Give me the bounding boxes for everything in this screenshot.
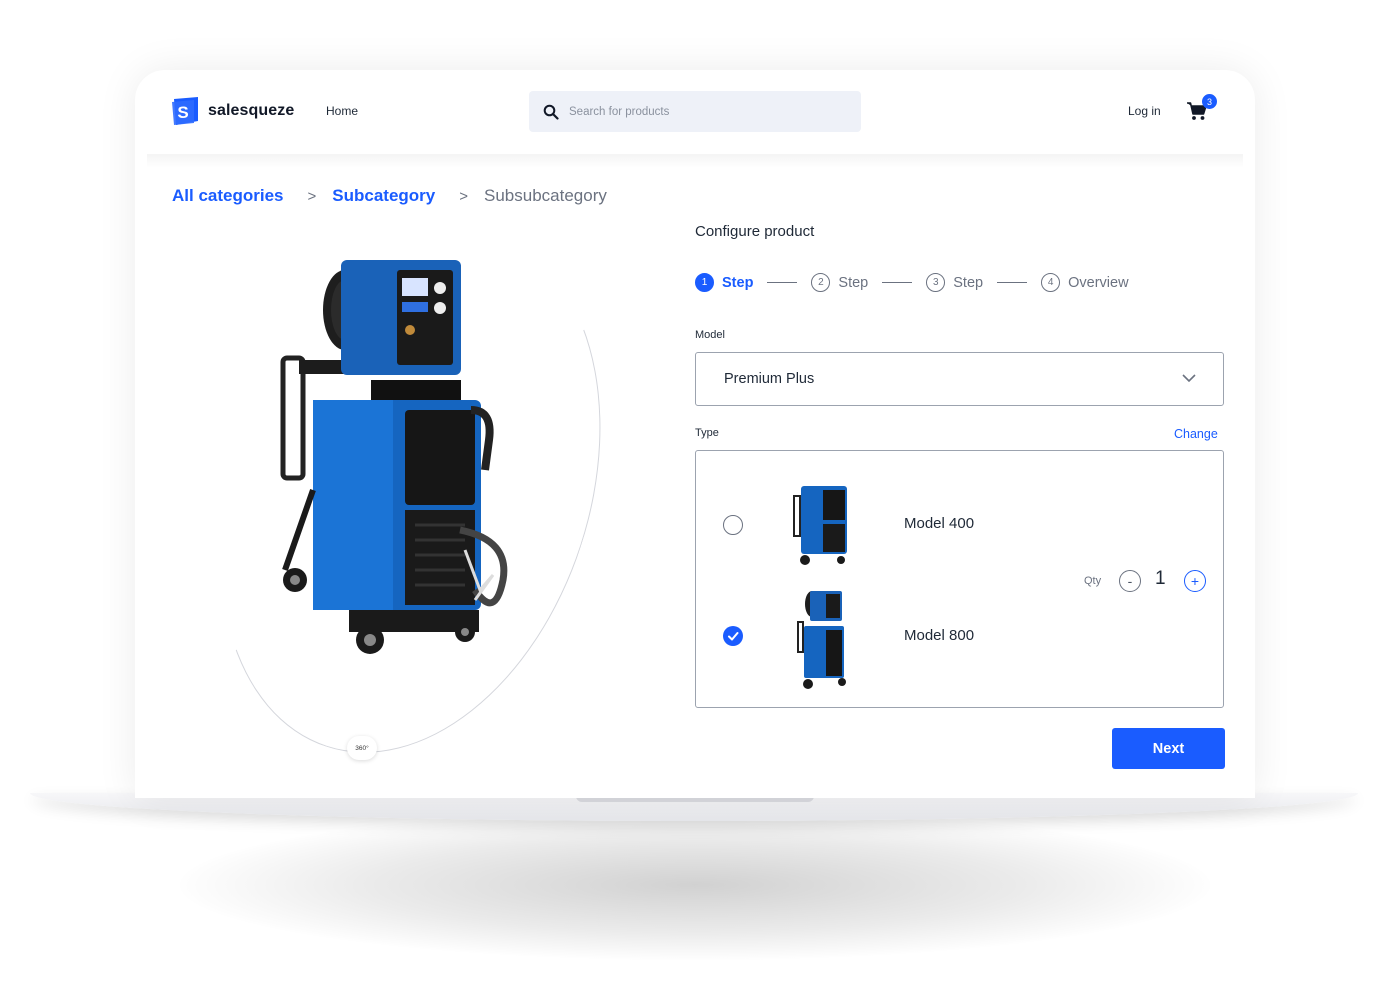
next-button[interactable]: Next: [1112, 728, 1225, 769]
stepper: 1 Step 2 Step 3 Step 4 Overview: [695, 273, 1129, 292]
360-view-badge[interactable]: 360°: [347, 736, 377, 760]
radio-model-800[interactable]: [723, 626, 743, 646]
page: S salesqueze Home Log in: [0, 0, 1387, 1002]
step-label: Step: [838, 274, 869, 291]
search-bar[interactable]: [529, 91, 861, 132]
laptop-shadow: [180, 810, 1210, 960]
radio-model-400[interactable]: [723, 515, 743, 535]
qty-value: 1: [1155, 568, 1166, 589]
breadcrumb-subsubcategory: Subsubcategory: [484, 186, 607, 205]
step-connector: [882, 282, 913, 283]
model-400-thumbnail: [793, 486, 847, 565]
model-select[interactable]: Premium Plus: [695, 352, 1224, 406]
qty-increase-button[interactable]: +: [1184, 570, 1206, 592]
step-2[interactable]: 2 Step: [811, 273, 868, 292]
step-3[interactable]: 3 Step: [926, 273, 983, 292]
model-selected-value: Premium Plus: [724, 371, 815, 387]
logo-icon: S: [172, 96, 200, 126]
breadcrumb-separator: >: [307, 187, 317, 205]
step-connector: [997, 282, 1028, 283]
breadcrumb-subcategory[interactable]: Subcategory: [332, 186, 435, 206]
step-label: Step: [953, 274, 984, 291]
step-1[interactable]: 1 Step: [695, 273, 753, 292]
step-overview[interactable]: 4 Overview: [1041, 273, 1129, 292]
qty-decrease-button[interactable]: -: [1119, 570, 1141, 592]
option-name: Model 400: [904, 515, 975, 532]
check-icon: [728, 632, 739, 641]
cart-count-badge: 3: [1202, 94, 1217, 109]
step-number: 2: [811, 273, 831, 292]
step-label: Step: [722, 274, 754, 291]
configure-title: Configure product: [695, 223, 815, 240]
breadcrumb-separator: >: [459, 187, 469, 205]
brand-logo[interactable]: S salesqueze: [172, 96, 294, 126]
step-number: 3: [926, 273, 946, 292]
site-header: S salesqueze Home Log in: [135, 70, 1255, 154]
header-divider: [147, 154, 1243, 168]
model-label: Model: [695, 329, 725, 341]
breadcrumb-all-categories[interactable]: All categories: [172, 186, 284, 206]
step-number: 4: [1041, 273, 1061, 292]
login-link[interactable]: Log in: [1128, 104, 1161, 118]
product-image[interactable]: [275, 240, 535, 700]
chevron-down-icon: [1182, 374, 1196, 383]
change-link[interactable]: Change: [1174, 427, 1218, 441]
step-label: Overview: [1068, 274, 1129, 291]
nav-home-link[interactable]: Home: [326, 104, 358, 118]
search-input[interactable]: [569, 105, 829, 118]
search-icon: [543, 104, 559, 120]
brand-name: salesqueze: [208, 102, 295, 119]
model-800-thumbnail: [797, 591, 846, 689]
step-connector: [767, 282, 798, 283]
svg-text:S: S: [177, 103, 188, 122]
step-number: 1: [695, 273, 714, 292]
type-label: Type: [695, 427, 719, 439]
option-name: Model 800: [904, 627, 975, 644]
qty-label: Qty: [1084, 575, 1102, 587]
breadcrumb: All categories > Subcategory > Subsubcat…: [172, 186, 607, 206]
laptop-screen: S salesqueze Home Log in: [135, 70, 1255, 798]
type-options: Model 400 Model 800 Qty - 1 +: [695, 450, 1224, 708]
